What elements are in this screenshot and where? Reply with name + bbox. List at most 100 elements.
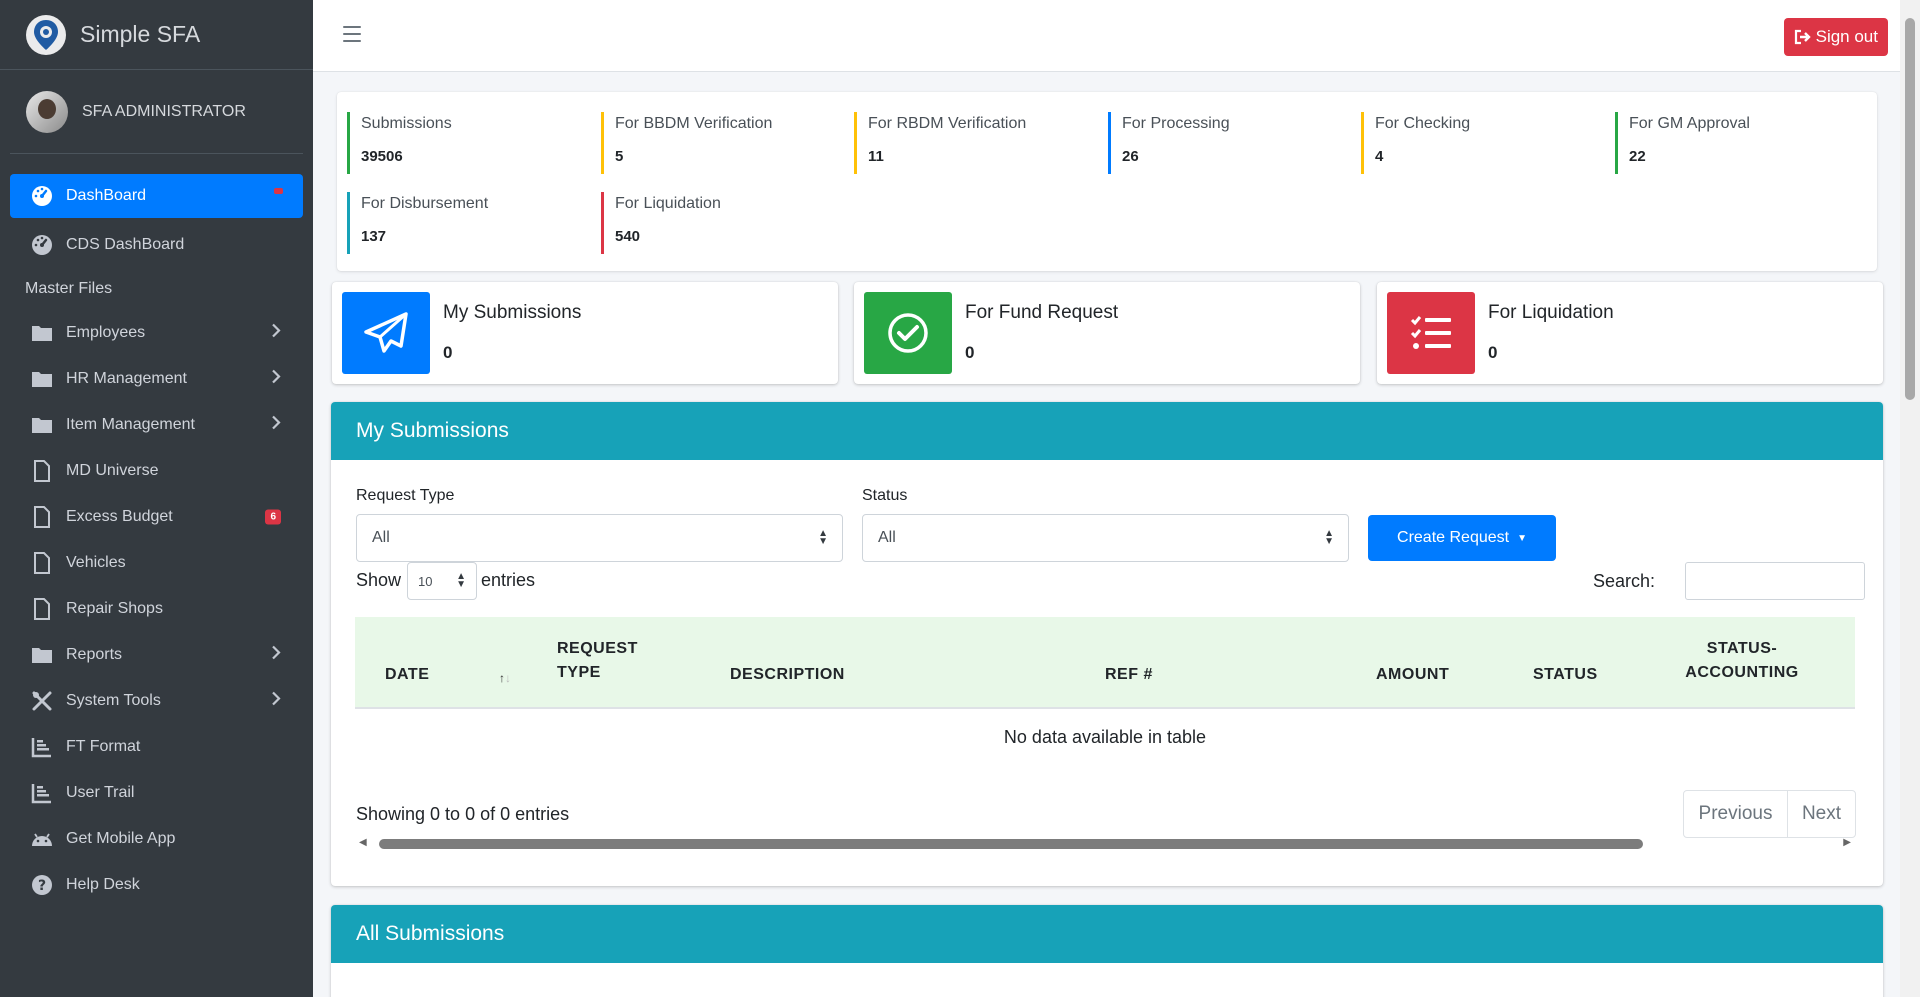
search-input[interactable] [1685,562,1865,600]
sidebar-item-label: System Tools [66,692,161,709]
info-box-value: 0 [965,343,975,362]
sidebar-item-label: Item Management [66,416,195,433]
search-label: Search: [1593,571,1656,591]
next-page-button[interactable]: Next [1787,790,1856,838]
column-header-amount[interactable]: AMOUNT [1376,663,1449,687]
request-type-label: Request Type [356,487,455,504]
sign-out-button[interactable]: Sign out [1783,18,1888,56]
page-scrollbar-thumb[interactable] [1905,18,1915,400]
column-header-date[interactable]: DATE [385,663,429,687]
user-name: SFA ADMINISTRATOR [82,102,246,120]
stat-rbdm-verification[interactable]: For RBDM Verification 11 [854,112,1084,174]
status-select[interactable]: All ▲ ▼ [862,514,1349,562]
sidebar-item-cds-dashboard[interactable]: CDS DashBoard [10,222,303,268]
all-submissions-panel: All Submissions [331,905,1883,997]
stat-label: For Processing [1122,115,1230,132]
dashboard-gauge-icon [30,184,54,208]
sidebar-item-label: Excess Budget [66,508,173,525]
stat-label: Submissions [361,115,452,132]
tasks-list-icon [1387,292,1475,374]
chevron-right-icon [271,645,281,665]
stat-label: For BBDM Verification [615,115,773,132]
sidebar-item-dashboard[interactable]: DashBoard [10,174,303,218]
button-label: Create Request [1397,529,1510,546]
sidebar-item-md-universe[interactable]: MD Universe [10,448,303,494]
info-box-value: 0 [443,343,453,362]
chart-icon [30,735,54,759]
sidebar-item-label: Vehicles [66,554,126,571]
column-header-ref[interactable]: REF # [1105,663,1153,687]
sidebar-item-user-trail[interactable]: User Trail [10,770,303,816]
stat-value: 26 [1122,148,1139,165]
sidebar: Simple SFA SFA ADMINISTRATOR DashBoard C… [0,0,313,997]
entries-select[interactable]: 10 ▲ ▼ [407,562,477,600]
stat-label: For Checking [1375,115,1471,132]
sidebar-item-reports[interactable]: Reports [10,632,303,678]
active-indicator [274,188,283,194]
user-panel[interactable]: SFA ADMINISTRATOR [10,70,303,154]
sidebar-item-label: Get Mobile App [66,830,176,847]
stat-gm-approval[interactable]: For GM Approval 22 [1615,112,1845,174]
tools-icon [30,689,54,713]
panel-title: My Submissions [331,402,1883,460]
info-box-label: For Liquidation [1488,302,1614,323]
stat-value: 5 [615,148,624,165]
column-header-request-type[interactable]: REQUEST TYPE [557,637,647,685]
stat-liquidation[interactable]: For Liquidation 540 [601,192,831,254]
sidebar-item-item-management[interactable]: Item Management [10,402,303,448]
sidebar-item-label: DashBoard [66,187,147,204]
chevron-right-icon [271,369,281,389]
brand[interactable]: Simple SFA [0,0,313,70]
stat-value: 39506 [361,148,403,165]
stat-bbdm-verification[interactable]: For BBDM Verification 5 [601,112,831,174]
stat-value: 11 [868,148,884,165]
sort-icon[interactable]: ↑↓ [499,671,511,685]
sidebar-item-get-mobile-app[interactable]: Get Mobile App [10,816,303,862]
stat-value: 4 [1375,148,1384,165]
stat-label: For Liquidation [615,195,721,212]
svg-text:?: ? [38,878,46,894]
stat-processing[interactable]: For Processing 26 [1108,112,1338,174]
scroll-right-icon[interactable]: ▶ [1843,837,1851,848]
stat-label: For GM Approval [1629,115,1750,132]
sidebar-nav: DashBoard CDS DashBoard [0,174,313,268]
horizontal-scrollbar[interactable]: ◀ ▶ [359,836,1851,852]
hamburger-menu-icon[interactable] [343,26,361,42]
sidebar-item-ft-format[interactable]: FT Format [10,724,303,770]
scroll-left-icon[interactable]: ◀ [359,837,367,848]
scrollbar-thumb[interactable] [379,839,1643,849]
sidebar-item-repair-shops[interactable]: Repair Shops [10,586,303,632]
info-box-fund-request[interactable]: For Fund Request 0 [854,282,1360,384]
info-box-my-submissions[interactable]: My Submissions 0 [332,282,838,384]
sidebar-item-employees[interactable]: Employees [10,310,303,356]
chevron-right-icon [271,691,281,711]
sidebar-item-hr-management[interactable]: HR Management [10,356,303,402]
top-navbar: Sign out [313,0,1920,72]
question-icon: ? [30,873,54,897]
sidebar-item-help-desk[interactable]: ? Help Desk [10,862,303,908]
stat-checking[interactable]: For Checking 4 [1361,112,1591,174]
info-box-liquidation[interactable]: For Liquidation 0 [1377,282,1883,384]
file-icon [30,551,54,575]
caret-down-icon: ▼ [1517,532,1527,544]
page-scrollbar[interactable] [1900,0,1920,997]
brand-name: Simple SFA [80,21,201,47]
entries-label: entries [481,570,536,590]
sidebar-item-label: Help Desk [66,876,140,893]
sort-caret-icon: ▲ ▼ [456,571,466,590]
stat-disbursement[interactable]: For Disbursement 137 [347,192,577,254]
stat-value: 540 [615,228,641,245]
info-box-label: My Submissions [443,302,582,323]
sidebar-item-system-tools[interactable]: System Tools [10,678,303,724]
sidebar-item-excess-budget[interactable]: Excess Budget 6 [10,494,303,540]
show-label: Show [356,570,402,590]
sidebar-item-label: CDS DashBoard [66,236,185,253]
column-header-status[interactable]: STATUS [1533,663,1598,687]
create-request-button[interactable]: Create Request ▼ [1368,515,1556,561]
request-type-select[interactable]: All ▲ ▼ [356,514,843,562]
sidebar-item-vehicles[interactable]: Vehicles [10,540,303,586]
column-header-status-accounting[interactable]: STATUS- ACCOUNTING [1682,637,1802,685]
column-header-description[interactable]: DESCRIPTION [730,663,845,687]
previous-page-button[interactable]: Previous [1683,790,1788,838]
stat-submissions[interactable]: Submissions 39506 [347,112,577,174]
